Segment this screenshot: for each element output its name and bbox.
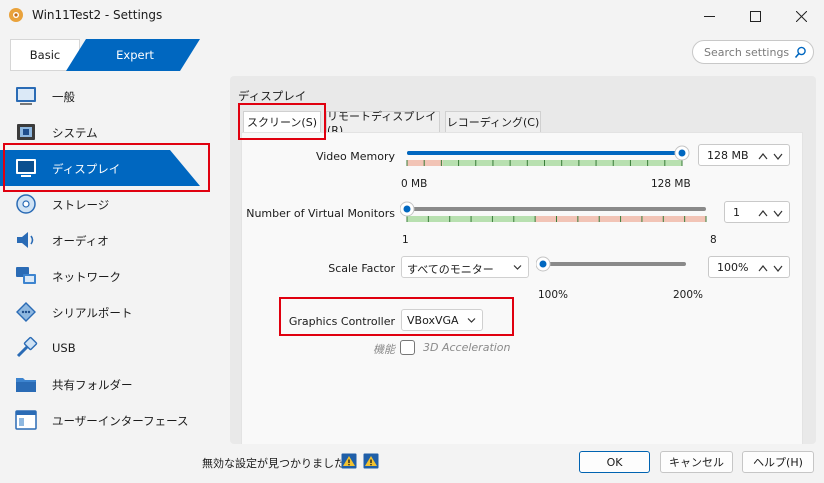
monitors-label: Number of Virtual Monitors [246, 207, 395, 220]
highlight-box-screen-tab [238, 103, 326, 140]
scale-factor-spinbox[interactable]: 100% [708, 256, 790, 278]
scale-max-label: 200% [673, 289, 704, 301]
video-memory-slider[interactable] [400, 143, 692, 173]
spin-up-down-icon [758, 210, 783, 217]
virtualbox-app-icon [9, 8, 23, 22]
warning-icon[interactable] [363, 453, 379, 469]
user-interface-icon [15, 410, 37, 430]
monitors-value: 1 [733, 206, 740, 219]
sidebar-item-shared-folders[interactable]: 共有フォルダー [0, 366, 222, 402]
storage-disc-icon [16, 194, 36, 214]
slider-track [407, 207, 706, 211]
system-chip-icon [17, 124, 35, 140]
video-memory-label: Video Memory [315, 150, 395, 163]
screen-tab-content [241, 132, 803, 444]
general-icon [16, 87, 36, 105]
search-input[interactable]: Search settings [692, 40, 814, 64]
maximize-icon [749, 10, 761, 22]
monitors-min-label: 1 [402, 234, 409, 246]
minimize-button[interactable] [686, 0, 732, 32]
slider-handle-dot [403, 205, 411, 213]
window-title: Win11Test2 - Settings [32, 8, 163, 22]
highlight-box-graphics-controller [279, 297, 514, 336]
scale-factor-slider[interactable] [536, 254, 696, 278]
title-bar: Win11Test2 - Settings [0, 0, 824, 32]
tab-remote-display[interactable]: リモートディスプレイ(R) [326, 110, 440, 137]
video-memory-min-label: 0 MB [401, 178, 428, 190]
slider-fill [407, 151, 682, 155]
sidebar-item-serial-port[interactable]: シリアルポート [0, 294, 222, 330]
panel-title: ディスプレイ [238, 89, 307, 103]
slider-band [442, 160, 682, 166]
help-button[interactable]: ヘルプ(H) [742, 451, 814, 473]
maximize-button[interactable] [732, 0, 778, 32]
sidebar-item-general[interactable]: 一般 [0, 78, 222, 114]
scale-factor-value: 100% [717, 261, 749, 274]
slider-band [407, 160, 443, 166]
sidebar-item-user-interface[interactable]: ユーザーインターフェース [0, 402, 222, 438]
sidebar-item-network[interactable]: ネットワーク [0, 258, 222, 294]
tab-recording[interactable]: レコーディング(C) [445, 111, 541, 133]
sidebar-item-usb[interactable]: USB [0, 330, 222, 366]
3d-acceleration-label: 3D Acceleration [423, 341, 511, 354]
audio-speaker-icon [17, 232, 34, 248]
network-icon [16, 267, 36, 284]
usb-icon [16, 336, 38, 358]
sidebar-item-audio[interactable]: オーディオ [0, 222, 222, 258]
chevron-down-icon [513, 265, 522, 270]
scale-monitor-value: すべてのモニター [407, 263, 494, 276]
scale-min-label: 100% [538, 289, 569, 301]
search-icon [794, 46, 806, 59]
features-label: 機能 [373, 343, 395, 356]
slider-track [543, 262, 686, 266]
invalid-settings-message: 無効な設定が見つかりました [202, 457, 345, 470]
highlight-box-display [3, 143, 210, 192]
scale-factor-label: Scale Factor [328, 262, 395, 275]
cancel-button[interactable]: キャンセル [660, 451, 733, 473]
video-memory-value: 128 MB [707, 149, 749, 162]
ok-button[interactable]: OK [579, 451, 650, 473]
expert-mode-label: Expert [116, 48, 154, 62]
minimize-icon [703, 15, 715, 17]
monitors-max-label: 8 [710, 234, 717, 246]
close-button[interactable] [778, 0, 824, 32]
monitors-spinbox[interactable]: 1 [724, 201, 790, 223]
scale-monitor-select[interactable]: すべてのモニター [401, 256, 529, 278]
serial-port-icon [16, 302, 36, 322]
video-memory-spinbox[interactable]: 128 MB [698, 144, 790, 166]
slider-handle-dot [678, 149, 686, 157]
spin-up-down-icon [758, 265, 783, 272]
shared-folder-icon [16, 378, 36, 392]
monitors-slider[interactable] [400, 199, 716, 229]
3d-acceleration-checkbox[interactable] [400, 340, 415, 355]
mode-switch: Basic Expert [10, 39, 200, 71]
video-memory-max-label: 128 MB [651, 178, 691, 190]
warning-icon[interactable] [341, 453, 357, 469]
slider-handle-dot [539, 260, 547, 268]
close-icon [795, 10, 807, 22]
search-placeholder: Search settings [704, 46, 790, 59]
spin-up-down-icon [758, 153, 783, 160]
